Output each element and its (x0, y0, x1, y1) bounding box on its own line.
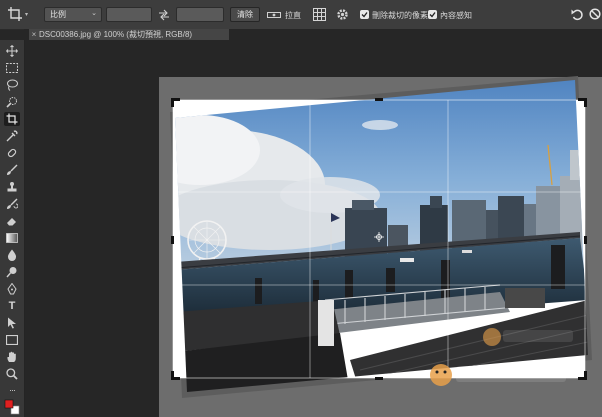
crop-handle-bottom[interactable] (375, 377, 383, 380)
photo-crop-preview[interactable] (0, 0, 602, 417)
crop-handle-top[interactable] (375, 98, 383, 101)
crop-handle-right[interactable] (584, 236, 587, 244)
crop-handle-left[interactable] (171, 236, 174, 244)
